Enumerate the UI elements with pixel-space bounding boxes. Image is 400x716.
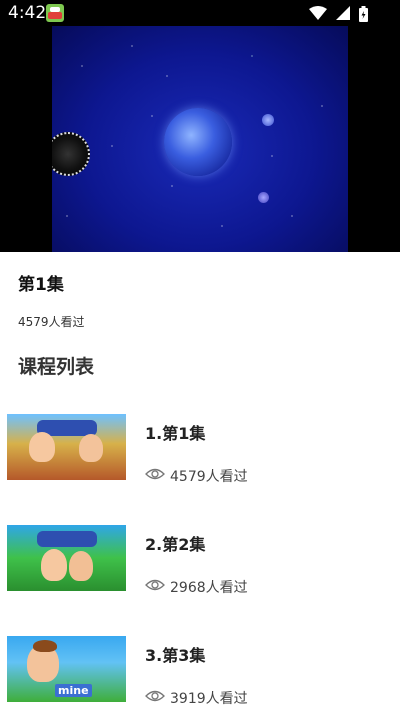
thumbnail-title-banner	[37, 531, 97, 547]
signal-icon	[335, 6, 350, 20]
course-list-title: 课程列表	[18, 356, 95, 378]
course-thumbnail[interactable]: mine	[7, 636, 126, 702]
cartoon-hair	[33, 640, 57, 652]
course-title[interactable]: 2.第2集	[145, 531, 205, 555]
status-bar: 4:42	[0, 0, 400, 26]
course-view-count: 4579人看过	[170, 469, 248, 485]
course-thumbnail[interactable]	[7, 525, 126, 591]
thumbnail-caption: mine	[55, 684, 92, 697]
cartoon-character	[41, 549, 67, 581]
cartoon-character	[69, 551, 93, 581]
status-icons	[305, 6, 368, 22]
course-list-item[interactable]: 2.第2集 2968人看过	[0, 525, 400, 605]
course-thumbnail[interactable]	[7, 414, 126, 480]
battery-icon	[359, 6, 368, 22]
app-notification-icon	[46, 4, 64, 22]
course-title[interactable]: 1.第1集	[145, 420, 205, 444]
course-view-count: 2968人看过	[170, 580, 248, 596]
cartoon-character	[79, 434, 103, 462]
episode-view-count: 4579人看过	[18, 315, 85, 329]
course-list-item[interactable]: mine 3.第3集 3919人看过	[0, 636, 400, 716]
eye-icon	[145, 579, 165, 591]
status-time: 4:42	[8, 3, 47, 23]
small-planet	[262, 114, 274, 126]
blue-planet	[164, 108, 232, 176]
course-title[interactable]: 3.第3集	[145, 642, 205, 666]
course-view-count: 3919人看过	[170, 691, 248, 707]
episode-title: 第1集	[18, 275, 64, 295]
cartoon-character	[29, 432, 55, 462]
small-planet	[258, 192, 269, 203]
wifi-icon	[308, 6, 327, 20]
video-player[interactable]	[0, 26, 400, 252]
eye-icon	[145, 468, 165, 480]
course-list-item[interactable]: 1.第1集 4579人看过	[0, 414, 400, 494]
video-frame[interactable]	[52, 26, 348, 252]
eye-icon	[145, 690, 165, 702]
